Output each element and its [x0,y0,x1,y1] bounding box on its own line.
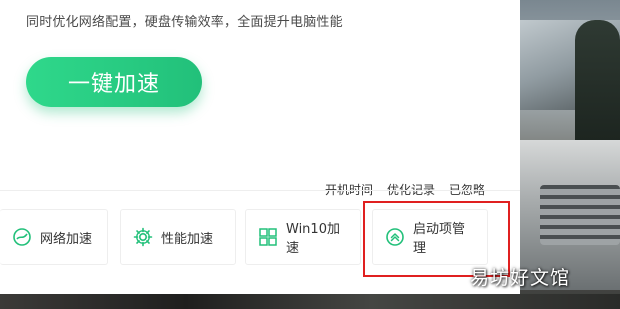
windows-icon [258,227,278,247]
background-bottom-strip [0,294,620,309]
win10-speedup-tile[interactable]: Win10加速 [245,209,361,265]
watermark-text: 易坊好文馆 [470,267,571,289]
network-speedup-tile[interactable]: 网络加速 [0,209,108,265]
gear-icon [133,227,153,247]
one-click-speedup-button[interactable]: 一键加速 [26,57,202,107]
background-tree [575,20,620,140]
divider [0,190,520,191]
tile-label: Win10加速 [286,222,340,256]
tile-label: 网络加速 [40,231,93,247]
panel-subtitle: 同时优化网络配置，硬盘传输效率，全面提升电脑性能 [26,15,343,30]
performance-speedup-tile[interactable]: 性能加速 [120,209,236,265]
tile-label: 性能加速 [161,231,214,247]
chevron-up-circle-icon [385,227,405,247]
startup-manager-tile[interactable]: 启动项管理 [372,209,488,265]
background-truck-grille [540,185,620,245]
tile-label: 启动项管理 [413,222,466,256]
optimization-panel: 同时优化网络配置，硬盘传输效率，全面提升电脑性能 一键加速 开机时间 优化记录 … [0,0,520,294]
network-icon [12,227,32,247]
